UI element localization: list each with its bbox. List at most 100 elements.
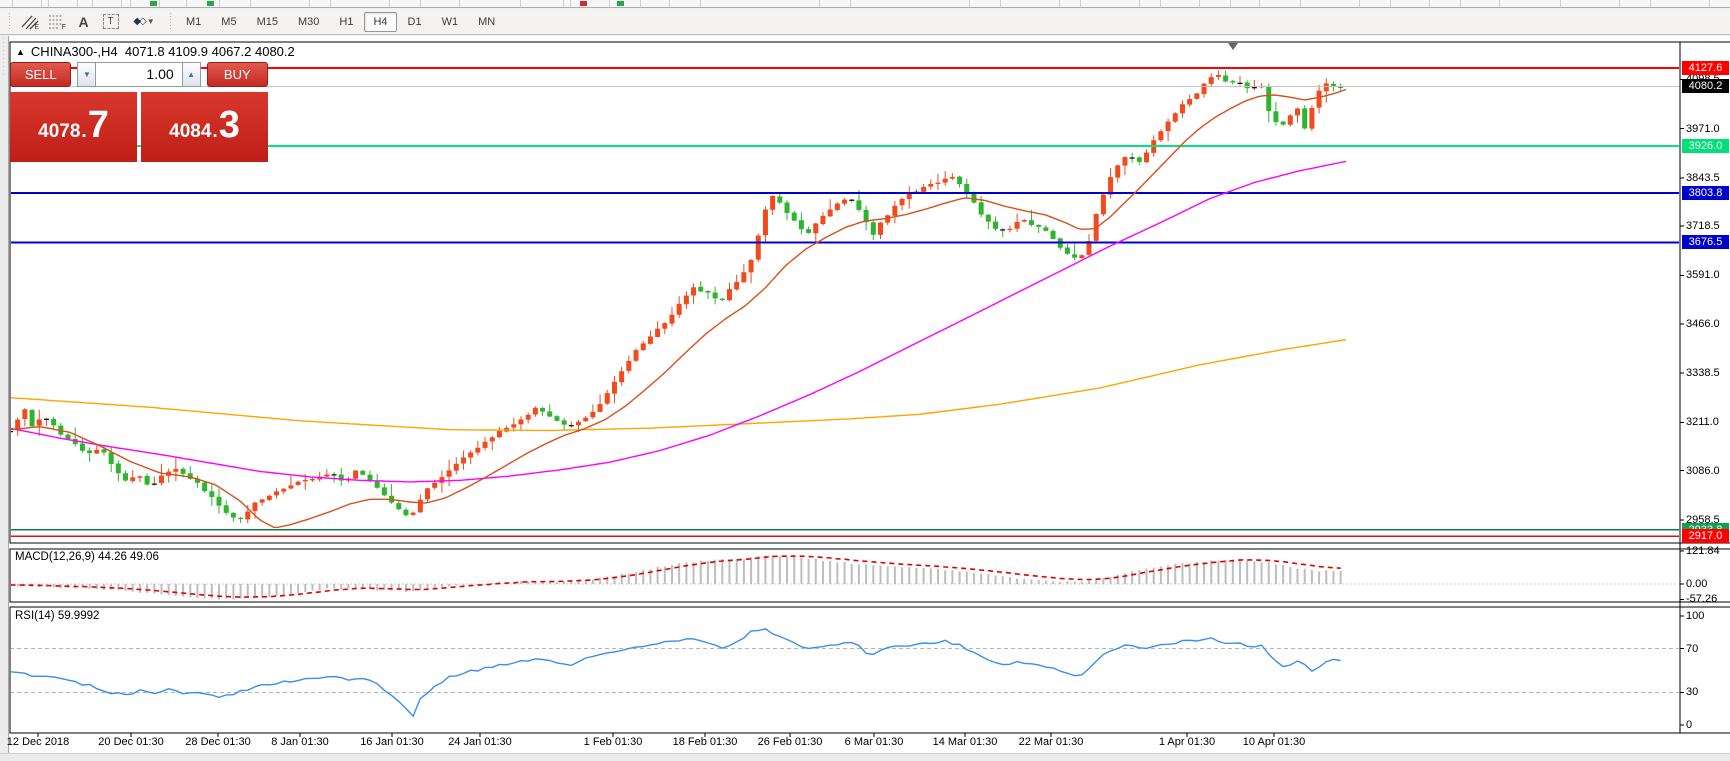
timeframe-button-d1[interactable]: D1 <box>399 12 431 32</box>
date-tick-label: 10 Apr 01:30 <box>1243 736 1305 748</box>
timeframe-button-m30[interactable]: M30 <box>289 12 328 32</box>
ohlc-readout: 4071.8 4109.9 4067.2 4080.2 <box>125 44 295 59</box>
buy-button[interactable]: BUY <box>207 62 268 87</box>
macd-tick: -57.26 <box>1686 593 1730 605</box>
timeframe-button-m5[interactable]: M5 <box>212 12 245 32</box>
date-tick-label: 16 Jan 01:30 <box>360 736 424 748</box>
terminal-window: { "window": { "title_marker": "▲", "symb… <box>0 0 1730 761</box>
clipped-toolbar-icon <box>617 1 624 6</box>
buy-price-display[interactable]: 4084.3 <box>141 92 268 162</box>
clipped-toolbar-button <box>1560 0 1620 7</box>
clipped-toolbar-button <box>1000 0 1060 7</box>
clipped-toolbar-button <box>1390 0 1430 7</box>
equidistant-channel-icon[interactable]: E <box>16 11 43 33</box>
chart-window[interactable]: ▲ CHINA300-,H4 4071.8 4109.9 4067.2 4080.… <box>0 36 1730 761</box>
price-tick: 3338.5 <box>1686 367 1730 379</box>
price-tick: 3466.0 <box>1686 318 1730 330</box>
timeframe-button-mn[interactable]: MN <box>469 12 504 32</box>
price-tick: 3591.0 <box>1686 269 1730 281</box>
clipped-toolbar-button <box>570 0 610 7</box>
price-badge-2917.0: 2917.0 <box>1682 529 1729 543</box>
price-tick: 3718.5 <box>1686 220 1730 232</box>
decimal-dot: . <box>81 121 86 143</box>
date-tick-label: 18 Feb 01:30 <box>673 736 738 748</box>
shapes-glyph: ◆◇ <box>133 16 144 27</box>
price-badge-3926.0: 3926.0 <box>1682 139 1729 153</box>
rsi-tick: 0 <box>1686 719 1730 731</box>
clipped-toolbar-button <box>1230 0 1260 7</box>
date-tick-label: 12 Dec 2018 <box>7 736 69 748</box>
shapes-dropdown-icon[interactable]: ◆◇ ▼ <box>124 11 164 33</box>
toolbar-grip[interactable] <box>7 13 12 31</box>
date-tick-label: 14 Mar 01:30 <box>933 736 998 748</box>
rsi-tick: 100 <box>1686 610 1730 622</box>
clipped-upper-toolbar <box>0 0 1730 8</box>
clipped-toolbar-button <box>1080 0 1140 7</box>
one-click-trading-panel: SELL ▼ 1.00 ▲ BUY 4078.7 4084.3 <box>10 62 268 166</box>
macd-indicator-label: MACD(12,26,9) 44.26 49.06 <box>15 551 159 563</box>
date-tick-label: 26 Feb 01:30 <box>758 736 823 748</box>
text-box-icon[interactable]: T <box>97 11 124 33</box>
buy-price-main: 4084 <box>169 121 211 143</box>
volume-increase-button[interactable]: ▲ <box>182 62 201 87</box>
text-label-glyph: A <box>78 14 88 30</box>
price-badge-4127.6: 4127.6 <box>1682 61 1729 75</box>
sell-price-pip: 7 <box>88 106 109 144</box>
price-tick: 3211.0 <box>1686 416 1730 428</box>
clipped-toolbar-button <box>1160 0 1200 7</box>
symbol-name: CHINA300-,H4 <box>31 44 118 59</box>
icon-sub-label: F <box>62 24 66 31</box>
date-tick-label: 20 Dec 01:30 <box>98 736 163 748</box>
timeframe-button-m15[interactable]: M15 <box>248 12 287 32</box>
rsi-tick: 70 <box>1686 643 1730 655</box>
sell-price-display[interactable]: 4078.7 <box>10 92 137 162</box>
sell-price-main: 4078 <box>38 121 80 143</box>
timeframe-button-h1[interactable]: H1 <box>330 12 362 32</box>
date-tick-label: 8 Jan 01:30 <box>271 736 329 748</box>
price-badge-3676.5: 3676.5 <box>1682 235 1729 249</box>
date-tick-label: 6 Mar 01:30 <box>845 736 904 748</box>
date-tick-label: 28 Dec 01:30 <box>185 736 250 748</box>
clipped-toolbar-icon <box>150 1 157 6</box>
text-box-glyph: T <box>103 14 119 29</box>
clipped-toolbar-button <box>330 0 390 7</box>
buy-price-pip: 3 <box>219 106 240 144</box>
price-tick: 3971.0 <box>1686 123 1730 135</box>
window-bottom-strip <box>0 753 1730 761</box>
volume-decrease-button[interactable]: ▼ <box>77 62 96 87</box>
price-tick: 3086.0 <box>1686 465 1730 477</box>
timeframe-button-m1[interactable]: M1 <box>177 12 210 32</box>
clipped-toolbar-button <box>1460 0 1500 7</box>
volume-input[interactable]: 1.00 <box>96 62 181 87</box>
clipped-toolbar-button <box>640 0 670 7</box>
pane-2[interactable] <box>10 607 1680 733</box>
sell-button[interactable]: SELL <box>10 62 71 87</box>
rsi-indicator-label: RSI(14) 59.9992 <box>15 610 99 622</box>
clipped-toolbar-button <box>186 0 220 7</box>
clipped-toolbar-button <box>850 0 970 7</box>
timeframe-button-w1[interactable]: W1 <box>433 12 468 32</box>
icon-sub-label: E <box>34 24 39 31</box>
clipped-toolbar-button <box>700 0 820 7</box>
symbol-marker-icon: ▲ <box>16 47 25 57</box>
chart-symbol-title: ▲ CHINA300-,H4 4071.8 4109.9 4067.2 4080.… <box>16 44 295 59</box>
fibonacci-retracement-icon[interactable]: F <box>43 11 70 33</box>
price-tick: 3843.5 <box>1686 172 1730 184</box>
toolbar-grip[interactable] <box>168 13 173 31</box>
line-studies-toolbar: E F A T ◆◇ ▼ M1M5M15M30H1H4D1W1MN <box>0 9 1730 35</box>
clipped-toolbar-button <box>250 0 310 7</box>
date-tick-label: 22 Mar 01:30 <box>1019 736 1084 748</box>
clipped-toolbar-button <box>92 0 122 7</box>
text-label-icon[interactable]: A <box>70 11 97 33</box>
timeframe-toolbar: M1M5M15M30H1H4D1W1MN <box>177 12 504 32</box>
rsi-tick: 30 <box>1686 686 1730 698</box>
clipped-toolbar-button <box>1300 0 1360 7</box>
clipped-toolbar-button <box>1650 0 1710 7</box>
clipped-toolbar-button <box>420 0 460 7</box>
price-badge-4080.2: 4080.2 <box>1682 79 1729 93</box>
date-tick-label: 1 Feb 01:30 <box>584 736 643 748</box>
price-badge-3803.8: 3803.8 <box>1682 186 1729 200</box>
macd-tick: 0.00 <box>1686 578 1730 590</box>
clipped-toolbar-button <box>48 0 78 7</box>
timeframe-button-h4[interactable]: H4 <box>364 12 396 32</box>
